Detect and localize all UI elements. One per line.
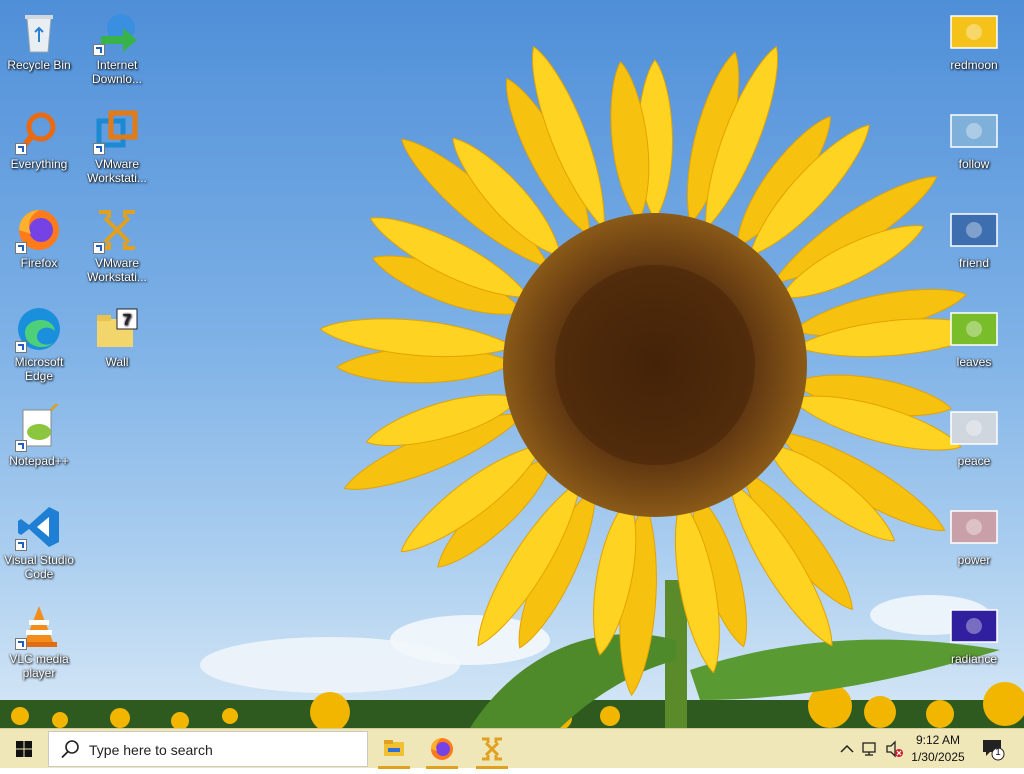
desktop-icon-label: power bbox=[957, 553, 991, 567]
recycle-bin-icon bbox=[15, 8, 63, 56]
desktop-icon-label: Microsoft Edge bbox=[14, 355, 64, 383]
shortcut-arrow-icon bbox=[15, 242, 27, 254]
shortcut-arrow-icon bbox=[15, 143, 27, 155]
idm-icon bbox=[93, 8, 141, 56]
clock[interactable]: 9:12 AM 1/30/2025 bbox=[906, 732, 970, 766]
desktop-icon-label: Internet Downlo... bbox=[91, 58, 143, 86]
desktop-icon-vscode[interactable]: Visual Studio Code bbox=[1, 503, 77, 581]
image-thumb-icon bbox=[950, 206, 998, 254]
shortcut-arrow-icon bbox=[15, 539, 27, 551]
desktop-icon-label: VMware Workstati... bbox=[87, 157, 147, 185]
windows-logo-icon bbox=[16, 741, 32, 757]
image-thumb-icon bbox=[950, 503, 998, 551]
vmware-player-icon bbox=[93, 206, 141, 254]
taskbar-firefox[interactable] bbox=[418, 729, 466, 769]
notification-count: 1 bbox=[995, 747, 1001, 758]
desktop-icon-label: redmoon bbox=[950, 58, 998, 72]
desktop-icon-redmoon[interactable]: redmoon bbox=[936, 8, 1012, 72]
edge-icon bbox=[15, 305, 63, 353]
taskbar: Type here to search 9:12 AM 1/30/2025 1 bbox=[0, 728, 1024, 769]
desktop-icon-label: Recycle Bin bbox=[7, 58, 71, 72]
taskbar-vmware[interactable] bbox=[468, 729, 516, 769]
search-placeholder: Type here to search bbox=[89, 742, 213, 758]
desktop-icon-label: friend bbox=[958, 256, 990, 270]
notification-center-button[interactable]: 1 bbox=[980, 737, 1006, 761]
firefox-icon bbox=[15, 206, 63, 254]
vmware-icon bbox=[93, 107, 141, 155]
desktop-icon-label: VLC media player bbox=[9, 652, 69, 680]
vmware-icon bbox=[482, 737, 502, 761]
desktop-icon-leaves[interactable]: leaves bbox=[936, 305, 1012, 369]
volume-muted-icon bbox=[886, 740, 903, 758]
clock-date: 1/30/2025 bbox=[911, 750, 965, 764]
desktop-icon-label: Visual Studio Code bbox=[4, 553, 74, 581]
network-icon bbox=[862, 742, 876, 756]
vscode-icon bbox=[15, 503, 63, 551]
file-explorer-icon bbox=[384, 740, 404, 756]
image-thumb-icon bbox=[950, 404, 998, 452]
notification-icon bbox=[983, 740, 1005, 761]
search-icon bbox=[61, 740, 79, 759]
network-button[interactable] bbox=[860, 739, 880, 759]
firefox-icon bbox=[431, 738, 453, 760]
taskbar-file-explorer[interactable] bbox=[370, 729, 418, 769]
svg-text:7: 7 bbox=[123, 312, 132, 329]
folder-icon: 7 bbox=[93, 305, 141, 353]
desktop-icon-label: Everything bbox=[10, 157, 68, 171]
search-box[interactable]: Type here to search bbox=[48, 731, 368, 767]
desktop-icon-label: peace bbox=[957, 454, 991, 468]
image-thumb-icon bbox=[950, 305, 998, 353]
everything-icon bbox=[15, 107, 63, 155]
chevron-up-icon bbox=[840, 744, 854, 753]
desktop-icon-peace[interactable]: peace bbox=[936, 404, 1012, 468]
desktop-icon-everything[interactable]: Everything bbox=[1, 107, 77, 171]
desktop-icon-power[interactable]: power bbox=[936, 503, 1012, 567]
start-button[interactable] bbox=[0, 729, 48, 769]
desktop-icon-vlc[interactable]: VLC media player bbox=[1, 602, 77, 680]
desktop-icon-label: Wall bbox=[105, 355, 129, 369]
desktop-icon-recycle-bin[interactable]: Recycle Bin bbox=[1, 8, 77, 72]
vlc-icon bbox=[15, 602, 63, 650]
desktop-icon-firefox[interactable]: Firefox bbox=[1, 206, 77, 270]
image-thumb-icon bbox=[950, 602, 998, 650]
shortcut-arrow-icon bbox=[15, 341, 27, 353]
desktop-icon-label: Notepad++ bbox=[9, 454, 69, 468]
desktop-icon-edge[interactable]: Microsoft Edge bbox=[1, 305, 77, 383]
desktop-icon-label: leaves bbox=[956, 355, 992, 369]
desktop-icon-vmware-player[interactable]: VMware Workstati... bbox=[79, 206, 155, 284]
shortcut-arrow-icon bbox=[93, 44, 105, 56]
desktop-icon-folder[interactable]: 7 Wall bbox=[79, 305, 155, 369]
desktop-icon-label: Firefox bbox=[20, 256, 58, 270]
desktop-icon-label: radiance bbox=[950, 652, 998, 666]
shortcut-arrow-icon bbox=[93, 143, 105, 155]
desktop-icon-idm[interactable]: Internet Downlo... bbox=[79, 8, 155, 86]
desktop-icon-notepadpp[interactable]: Notepad++ bbox=[1, 400, 77, 468]
shortcut-arrow-icon bbox=[15, 638, 27, 650]
notepadpp-icon bbox=[15, 400, 63, 452]
image-thumb-icon bbox=[950, 107, 998, 155]
clock-time: 9:12 AM bbox=[915, 733, 961, 747]
shortcut-arrow-icon bbox=[15, 440, 27, 452]
show-hidden-icons-button[interactable] bbox=[838, 739, 856, 759]
shortcut-arrow-icon bbox=[93, 242, 105, 254]
desktop-icon-follow[interactable]: follow bbox=[936, 107, 1012, 171]
desktop-icon-vmware[interactable]: VMware Workstati... bbox=[79, 107, 155, 185]
volume-button[interactable] bbox=[884, 739, 904, 759]
image-thumb-icon bbox=[950, 8, 998, 56]
desktop-icon-radiance[interactable]: radiance bbox=[936, 602, 1012, 666]
desktop-icon-label: VMware Workstati... bbox=[87, 256, 147, 284]
desktop-icon-friend[interactable]: friend bbox=[936, 206, 1012, 270]
desktop-icon-label: follow bbox=[958, 157, 990, 171]
